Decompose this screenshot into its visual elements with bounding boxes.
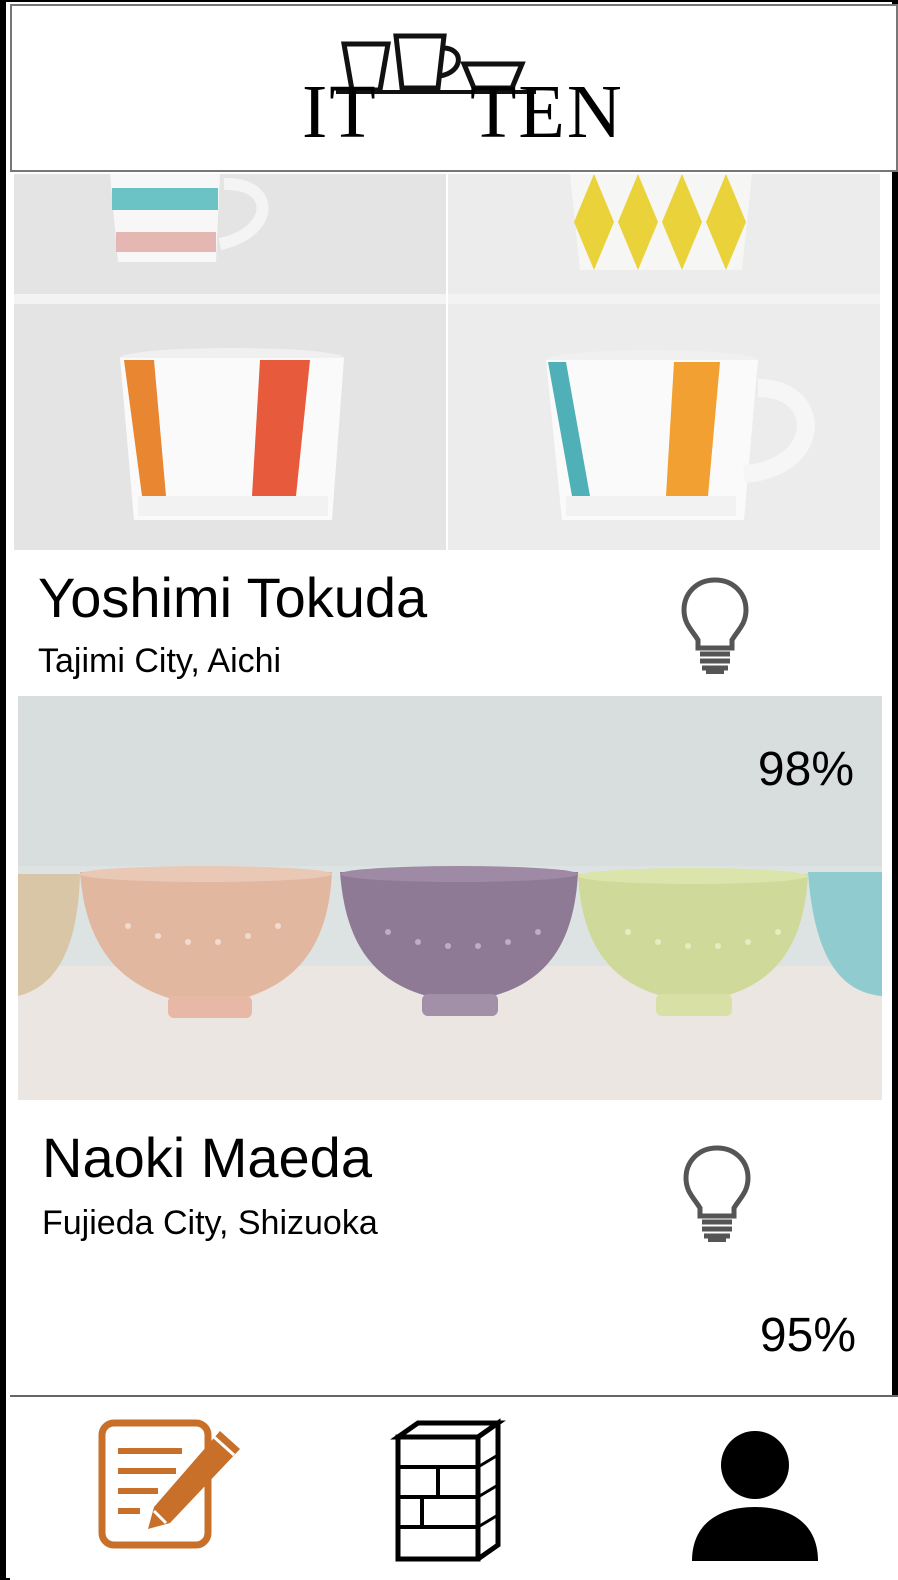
app-frame: IT TEN Yoshimi Tokuda Tajimi City, Aichi… [0, 0, 898, 1580]
tab-create-post[interactable] [92, 1415, 242, 1565]
artist-location: Fujieda City, Shizuoka [42, 1204, 378, 1242]
artist-name[interactable]: Naoki Maeda [42, 1128, 372, 1188]
shelf-icon [390, 1418, 506, 1562]
user-profile-icon [692, 1431, 818, 1561]
lightbulb-icon[interactable] [680, 576, 750, 676]
logo-wordmark: IT TEN [300, 72, 650, 152]
artist-photo-cups[interactable] [14, 174, 880, 550]
tab-profile[interactable] [680, 1415, 830, 1565]
artist-name[interactable]: Yoshimi Tokuda [38, 568, 427, 628]
logo-text-left: IT [302, 70, 378, 154]
match-percentage: 98% [757, 743, 854, 796]
match-percentage: 95% [759, 1309, 856, 1362]
tab-collection[interactable] [376, 1415, 526, 1565]
bottom-tab-bar [10, 1395, 898, 1580]
itten-logo[interactable]: IT TEN [300, 30, 650, 158]
app-header: IT TEN [10, 4, 898, 172]
lightbulb-icon[interactable] [682, 1144, 752, 1244]
edit-document-icon [98, 1419, 240, 1549]
artist-location: Tajimi City, Aichi [38, 642, 282, 680]
logo-text-right: TEN [470, 70, 624, 154]
